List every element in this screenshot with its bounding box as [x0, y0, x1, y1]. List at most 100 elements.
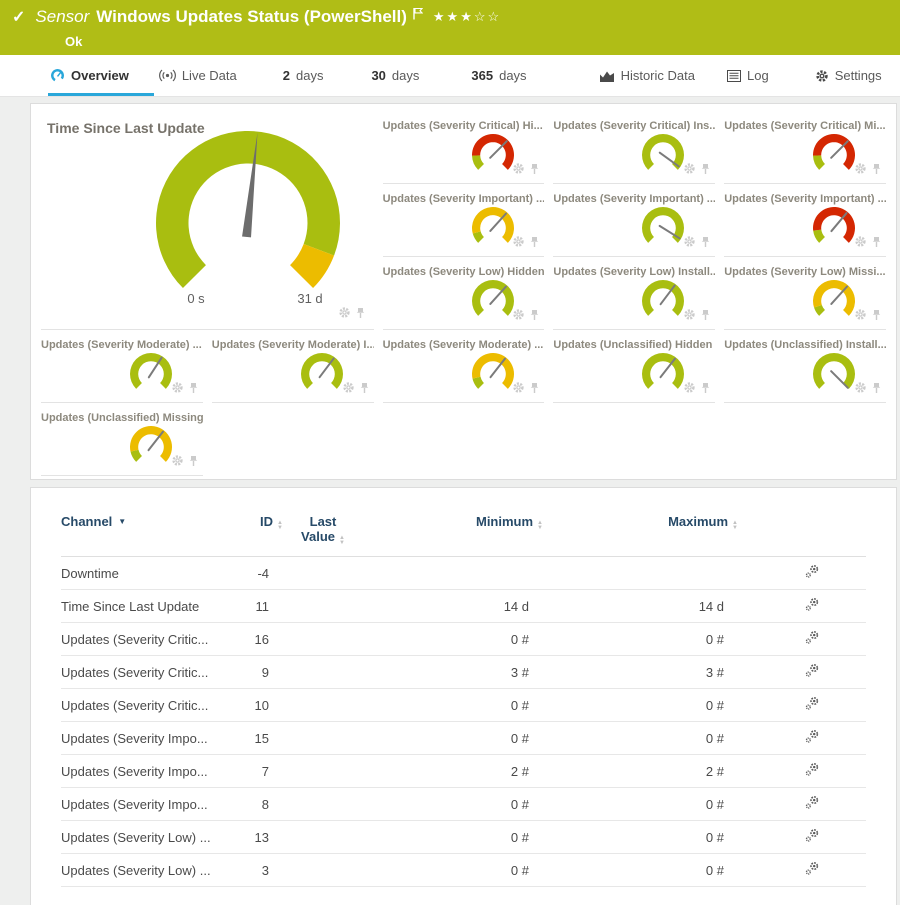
table-row[interactable]: Updates (Severity Low) ...130 #0 #: [61, 821, 866, 854]
tile-pin-icon[interactable]: [529, 381, 540, 399]
table-row[interactable]: Updates (Severity Critic...93 #3 #: [61, 656, 866, 689]
tile-gear-icon[interactable]: [683, 381, 696, 399]
channel-maximum-cell: 0 #: [543, 863, 738, 878]
gauge-tile-1[interactable]: Updates (Severity Critical) Ins...: [553, 111, 715, 184]
tile-pin-icon[interactable]: [188, 454, 199, 472]
tile-gear-icon[interactable]: [512, 162, 525, 180]
tile-gear-icon[interactable]: [854, 381, 867, 399]
channel-settings-icon[interactable]: [805, 798, 820, 813]
tile-gear-icon[interactable]: [342, 381, 355, 399]
channel-id-cell: -4: [241, 566, 283, 581]
gauge-tile-8[interactable]: Updates (Severity Low) Missi...: [724, 257, 886, 330]
tile-pin-icon[interactable]: [700, 381, 711, 399]
channel-settings-icon[interactable]: [805, 765, 820, 780]
tab-live-data[interactable]: Live Data: [159, 68, 237, 83]
tile-pin-icon[interactable]: [871, 308, 882, 326]
gauge-tile-14[interactable]: Updates (Unclassified) Missing: [41, 403, 203, 476]
tab-historic-data[interactable]: Historic Data: [599, 68, 695, 83]
channel-name-cell[interactable]: Updates (Severity Impo...: [61, 731, 241, 746]
gauge-tile-0[interactable]: Updates (Severity Critical) Hi...: [383, 111, 545, 184]
tile-gear-icon[interactable]: [171, 454, 184, 472]
channel-settings-icon[interactable]: [805, 699, 820, 714]
tab-365-days[interactable]: 365 days: [471, 68, 526, 83]
tile-pin-icon[interactable]: [529, 308, 540, 326]
gauge-tile-11[interactable]: Updates (Severity Moderate) ...: [383, 330, 545, 403]
gauge-tile-6[interactable]: Updates (Severity Low) Hidden: [383, 257, 545, 330]
tab-30-days[interactable]: 30 days: [371, 68, 419, 83]
table-row[interactable]: Updates (Severity Low) ...30 #0 #: [61, 854, 866, 887]
gauge-tile-label: Updates (Severity Important) ...: [553, 193, 715, 205]
tile-pin-icon[interactable]: [700, 308, 711, 326]
channel-name-cell[interactable]: Updates (Severity Impo...: [61, 764, 241, 779]
gauge-tile-2[interactable]: Updates (Severity Critical) Mi...: [724, 111, 886, 184]
column-header-minimum[interactable]: Minimum▲▼: [363, 514, 543, 546]
channel-settings-icon[interactable]: [805, 567, 820, 582]
gauge-tile-9[interactable]: Updates (Severity Moderate) ...: [41, 330, 203, 403]
tab-2-days[interactable]: 2 days: [283, 68, 324, 83]
status-ok-check-icon: ✓: [12, 7, 25, 27]
channel-name-cell[interactable]: Updates (Severity Critic...: [61, 632, 241, 647]
tile-pin-icon[interactable]: [871, 235, 882, 253]
tile-pin-icon[interactable]: [871, 162, 882, 180]
main-gauge-tile[interactable]: Time Since Last Update 0 s31 d: [41, 111, 374, 330]
tile-gear-icon[interactable]: [683, 162, 696, 180]
channel-minimum-cell: 14 d: [363, 599, 543, 614]
table-row[interactable]: Time Since Last Update1114 d14 d: [61, 590, 866, 623]
tile-gear-icon[interactable]: [683, 235, 696, 253]
table-row[interactable]: Updates (Severity Impo...150 #0 #: [61, 722, 866, 755]
tab-log[interactable]: Log: [727, 68, 769, 83]
column-header-id[interactable]: ID▲▼: [241, 514, 283, 546]
tile-pin-icon[interactable]: [700, 162, 711, 180]
tile-pin-icon[interactable]: [529, 235, 540, 253]
gauge-tile-12[interactable]: Updates (Unclassified) Hidden: [553, 330, 715, 403]
tile-gear-icon[interactable]: [338, 306, 351, 324]
tab-settings[interactable]: Settings: [815, 68, 882, 83]
gauge-tile-4[interactable]: Updates (Severity Important) ...: [553, 184, 715, 257]
tile-pin-icon[interactable]: [871, 381, 882, 399]
priority-stars[interactable]: ★★★☆☆: [433, 9, 501, 25]
gauge-tile-3[interactable]: Updates (Severity Important) ...: [383, 184, 545, 257]
tile-pin-icon[interactable]: [700, 235, 711, 253]
tile-gear-icon[interactable]: [512, 381, 525, 399]
channel-id-cell: 11: [241, 599, 283, 614]
column-header-last-value[interactable]: Last Value▲▼: [283, 514, 363, 546]
channel-settings-icon[interactable]: [805, 666, 820, 681]
tile-pin-icon[interactable]: [529, 162, 540, 180]
channel-settings-icon[interactable]: [805, 633, 820, 648]
column-header-channel[interactable]: Channel▼: [61, 514, 241, 546]
tile-pin-icon[interactable]: [355, 306, 366, 324]
column-header-maximum[interactable]: Maximum▲▼: [543, 514, 738, 546]
channel-name-cell[interactable]: Updates (Severity Critic...: [61, 698, 241, 713]
table-row[interactable]: Downtime-4: [61, 557, 866, 590]
small-gauge: [127, 350, 175, 394]
tile-pin-icon[interactable]: [188, 381, 199, 399]
tile-gear-icon[interactable]: [171, 381, 184, 399]
table-row[interactable]: Updates (Severity Impo...72 #2 #: [61, 755, 866, 788]
tile-gear-icon[interactable]: [854, 235, 867, 253]
gauge-tile-7[interactable]: Updates (Severity Low) Install...: [553, 257, 715, 330]
tile-gear-icon[interactable]: [512, 235, 525, 253]
channel-name-cell[interactable]: Updates (Severity Low) ...: [61, 863, 241, 878]
channel-name-cell[interactable]: Downtime: [61, 566, 241, 581]
channel-settings-icon[interactable]: [805, 600, 820, 615]
channel-name-cell[interactable]: Updates (Severity Critic...: [61, 665, 241, 680]
table-row[interactable]: Updates (Severity Critic...100 #0 #: [61, 689, 866, 722]
tile-gear-icon[interactable]: [512, 308, 525, 326]
tile-gear-icon[interactable]: [683, 308, 696, 326]
channel-name-cell[interactable]: Updates (Severity Impo...: [61, 797, 241, 812]
gauge-tile-13[interactable]: Updates (Unclassified) Install...: [724, 330, 886, 403]
gauge-tile-10[interactable]: Updates (Severity Moderate) I...: [212, 330, 374, 403]
table-row[interactable]: Updates (Severity Critic...160 #0 #: [61, 623, 866, 656]
channel-settings-icon[interactable]: [805, 732, 820, 747]
tab-overview[interactable]: Overview: [50, 68, 129, 83]
channel-settings-icon[interactable]: [805, 864, 820, 879]
flag-icon[interactable]: [413, 7, 423, 25]
channel-name-cell[interactable]: Updates (Severity Low) ...: [61, 830, 241, 845]
channel-settings-icon[interactable]: [805, 831, 820, 846]
tile-pin-icon[interactable]: [359, 381, 370, 399]
tile-gear-icon[interactable]: [854, 308, 867, 326]
gauge-tile-5[interactable]: Updates (Severity Important) ...: [724, 184, 886, 257]
tile-gear-icon[interactable]: [854, 162, 867, 180]
channel-name-cell[interactable]: Time Since Last Update: [61, 599, 241, 614]
table-row[interactable]: Updates (Severity Impo...80 #0 #: [61, 788, 866, 821]
